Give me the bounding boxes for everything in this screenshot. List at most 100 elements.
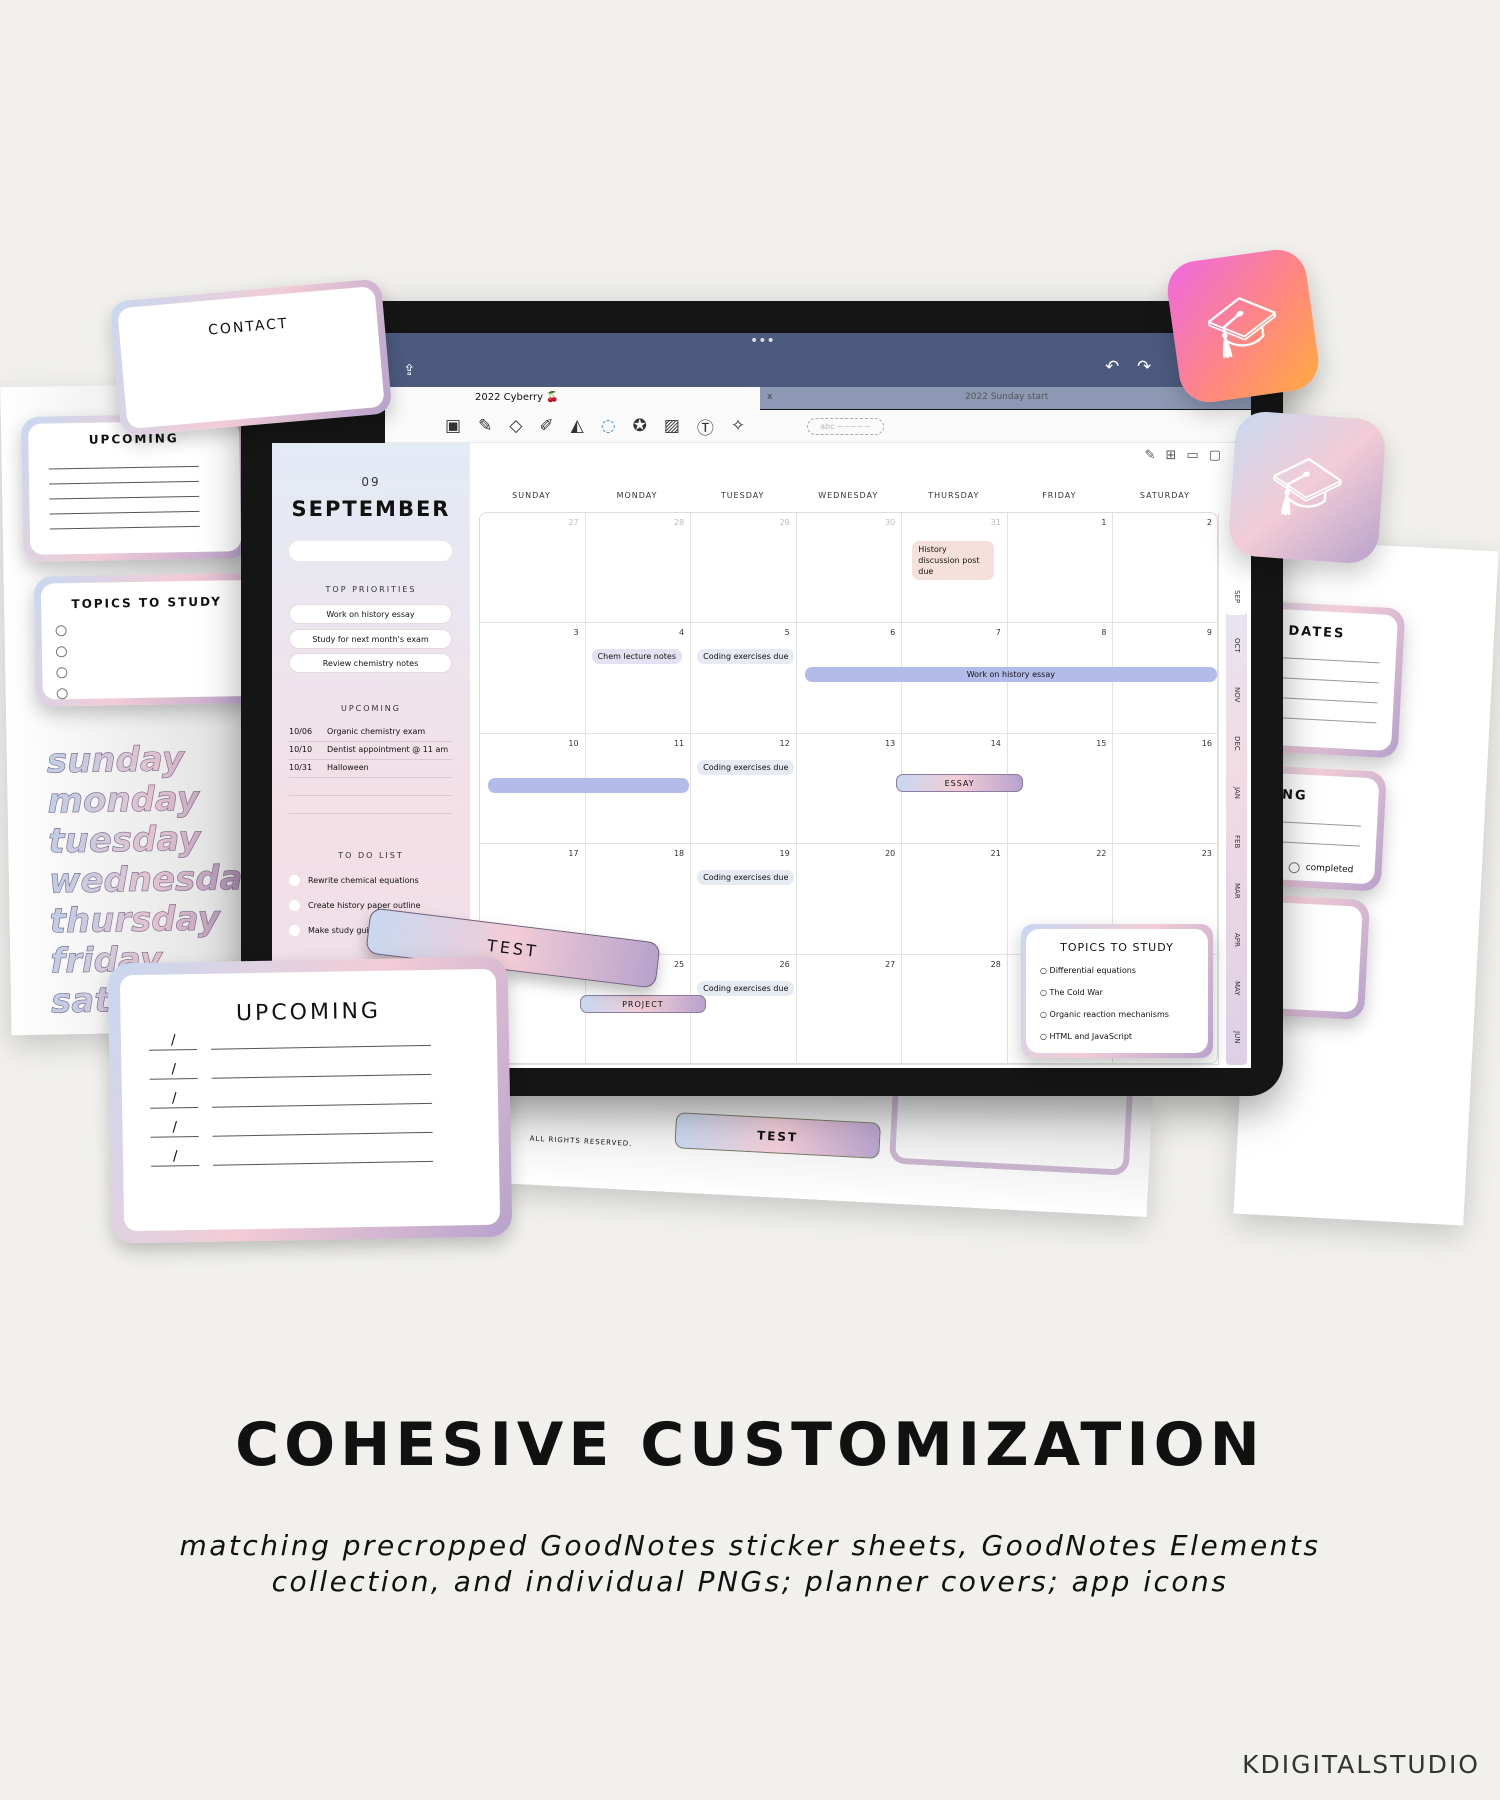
- month-tab-may[interactable]: MAY: [1226, 962, 1247, 1007]
- day-number: 1: [1101, 518, 1107, 527]
- day-header: FRIDAY: [1042, 491, 1077, 500]
- todo-item[interactable]: Rewrite chemical equations: [289, 875, 419, 886]
- subtitle-line: matching precropped GoodNotes sticker sh…: [179, 1529, 1321, 1562]
- image-icon[interactable]: ▨: [664, 416, 680, 436]
- calendar-event[interactable]: ESSAY: [896, 773, 1023, 792]
- text-tool-input[interactable]: abc ~~~~~: [807, 417, 884, 435]
- upcoming-row[interactable]: [289, 781, 452, 796]
- drag-handle-icon[interactable]: •••: [750, 333, 775, 349]
- month-tab-jan[interactable]: JAN: [1226, 766, 1247, 811]
- graduation-cap-icon[interactable]: 🎓︎: [1227, 409, 1387, 566]
- calendar-event[interactable]: Work on history essay: [804, 667, 1217, 683]
- pen-icon[interactable]: ✎: [478, 416, 492, 436]
- calendar-day-cell[interactable]: 29: [691, 513, 797, 624]
- month-tab-nov[interactable]: NOV: [1226, 668, 1247, 713]
- calendar-day-cell[interactable]: 27: [480, 513, 586, 624]
- weekday-sticker: thursday: [49, 898, 264, 942]
- todo-item[interactable]: Create history paper outline: [289, 900, 421, 911]
- grid-icon[interactable]: ⊞: [1166, 448, 1187, 463]
- month-tab-feb[interactable]: FEB: [1226, 815, 1247, 860]
- calendar-day-cell[interactable]: 28: [585, 513, 692, 624]
- tab-close-button[interactable]: x: [767, 392, 772, 402]
- calendar-event[interactable]: Coding exercises due: [697, 980, 795, 996]
- toolbar: ▣ ✎ ◇ ✐ ◭ ◌ ✪ ▨ Ⓣ ✧ abc ~~~~~: [385, 410, 1251, 443]
- priority-item[interactable]: Work on history essay: [289, 604, 452, 624]
- calendar-event[interactable]: Coding exercises due: [697, 759, 795, 775]
- calendar-day-cell[interactable]: 1: [1007, 513, 1114, 624]
- calendar-day-cell[interactable]: 12: [691, 733, 797, 845]
- calendar-event[interactable]: PROJECT: [579, 994, 707, 1013]
- todo-item[interactable]: Make study guide: [289, 925, 379, 936]
- page-icon[interactable]: ▣: [445, 416, 461, 436]
- upcoming-text: Organic chemistry exam: [327, 727, 426, 736]
- calendar-day-cell[interactable]: 26: [691, 954, 797, 1065]
- day-number: 4: [679, 628, 685, 638]
- topic-item[interactable]: ○ HTML and JavaScript: [1040, 1026, 1194, 1048]
- topic-item[interactable]: ○ Organic reaction mechanisms: [1040, 1004, 1194, 1026]
- month-tab-dec[interactable]: DEC: [1226, 717, 1247, 762]
- calendar-day-cell[interactable]: 3: [480, 623, 586, 734]
- calendar-event[interactable]: Coding exercises due: [697, 870, 795, 886]
- calendar-day-cell[interactable]: 4: [585, 623, 692, 734]
- calendar-day-cell[interactable]: 13: [796, 733, 903, 845]
- calendar-day-cell[interactable]: 15: [1007, 733, 1114, 845]
- date-slash: /: [170, 1032, 176, 1049]
- month-tab-jun[interactable]: JUN: [1226, 1011, 1247, 1056]
- calendar-day-cell[interactable]: 21: [902, 844, 1008, 955]
- eraser-icon[interactable]: ◇: [509, 416, 522, 436]
- day-number: 26: [779, 959, 790, 969]
- shapes-icon[interactable]: ◭: [571, 416, 584, 436]
- tab-2022-cyberry[interactable]: 2022 Cyberry 🍒: [385, 387, 760, 410]
- calendar-day-cell[interactable]: 16: [1113, 733, 1219, 845]
- app-top-bar: ⇪ ••• ↶ ↷: [385, 333, 1251, 387]
- laser-icon[interactable]: ✧: [731, 416, 745, 436]
- topic-item[interactable]: ○ The Cold War: [1040, 982, 1194, 1004]
- blank-sticker: [888, 1083, 1133, 1176]
- sticker-icon[interactable]: ✪: [633, 416, 647, 436]
- topic-item[interactable]: ○ Differential equations: [1040, 960, 1194, 982]
- month-tab-mar[interactable]: MAR: [1226, 864, 1247, 909]
- undo-icon[interactable]: ↶: [1105, 357, 1119, 377]
- class-overview-button[interactable]: CLASS OVERVIEW: [289, 541, 452, 561]
- upcoming-date: 10/10: [289, 745, 313, 754]
- calendar-day-cell[interactable]: 2: [1113, 513, 1219, 624]
- graduation-cap-icon[interactable]: 🎓︎: [1163, 245, 1323, 407]
- sticker-title: UPCOMING: [235, 998, 382, 1027]
- priority-item[interactable]: Review chemistry notes: [289, 653, 452, 673]
- day-number: 9: [1206, 628, 1212, 638]
- calendar-event[interactable]: [488, 777, 690, 793]
- edit-icon[interactable]: ✎: [1145, 448, 1166, 463]
- upcoming-row[interactable]: 10/06 Organic chemistry exam: [289, 727, 452, 742]
- checkbox[interactable]: [289, 900, 300, 911]
- day-number: 25: [673, 959, 685, 969]
- redo-icon[interactable]: ↷: [1137, 357, 1151, 377]
- date-slash: /: [172, 1148, 178, 1165]
- tab-2022-sunday-start[interactable]: 2022 Sunday start: [965, 392, 1048, 402]
- calendar-day-cell[interactable]: 5: [691, 623, 797, 734]
- highlighter-icon[interactable]: ✐: [539, 416, 553, 436]
- priority-item[interactable]: Study for next month's exam: [289, 629, 452, 649]
- folder-icon[interactable]: ▢: [1209, 448, 1231, 463]
- upcoming-row[interactable]: [289, 799, 452, 814]
- upcoming-row[interactable]: 10/31 Halloween: [289, 763, 452, 778]
- checkbox[interactable]: [289, 875, 300, 886]
- calendar-event[interactable]: History discussion post due: [912, 541, 995, 580]
- checkbox[interactable]: [289, 925, 300, 936]
- calendar-icon[interactable]: ▭: [1186, 448, 1208, 463]
- calendar-day-cell[interactable]: 19: [691, 844, 797, 955]
- lasso-icon[interactable]: ◌: [601, 416, 616, 436]
- text-icon[interactable]: Ⓣ: [697, 414, 714, 439]
- month-tab-apr[interactable]: APR: [1226, 913, 1247, 958]
- calendar-day-cell[interactable]: 20: [796, 844, 903, 955]
- calendar-event[interactable]: Coding exercises due: [697, 649, 795, 665]
- month-tab-oct[interactable]: OCT: [1226, 619, 1247, 664]
- month-tab-sep[interactable]: SEP: [1226, 570, 1247, 615]
- day-header: MONDAY: [616, 491, 658, 500]
- calendar-day-cell[interactable]: 27: [796, 954, 903, 1065]
- calendar-day-cell[interactable]: 30: [796, 513, 903, 624]
- calendar-event[interactable]: Chem lecture notes: [591, 649, 682, 665]
- todo-label: Rewrite chemical equations: [308, 876, 419, 885]
- upcoming-row[interactable]: 10/10 Dentist appointment @ 11 am: [289, 745, 452, 760]
- calendar-day-cell[interactable]: 28: [902, 954, 1008, 1065]
- share-icon[interactable]: ⇪: [403, 361, 416, 379]
